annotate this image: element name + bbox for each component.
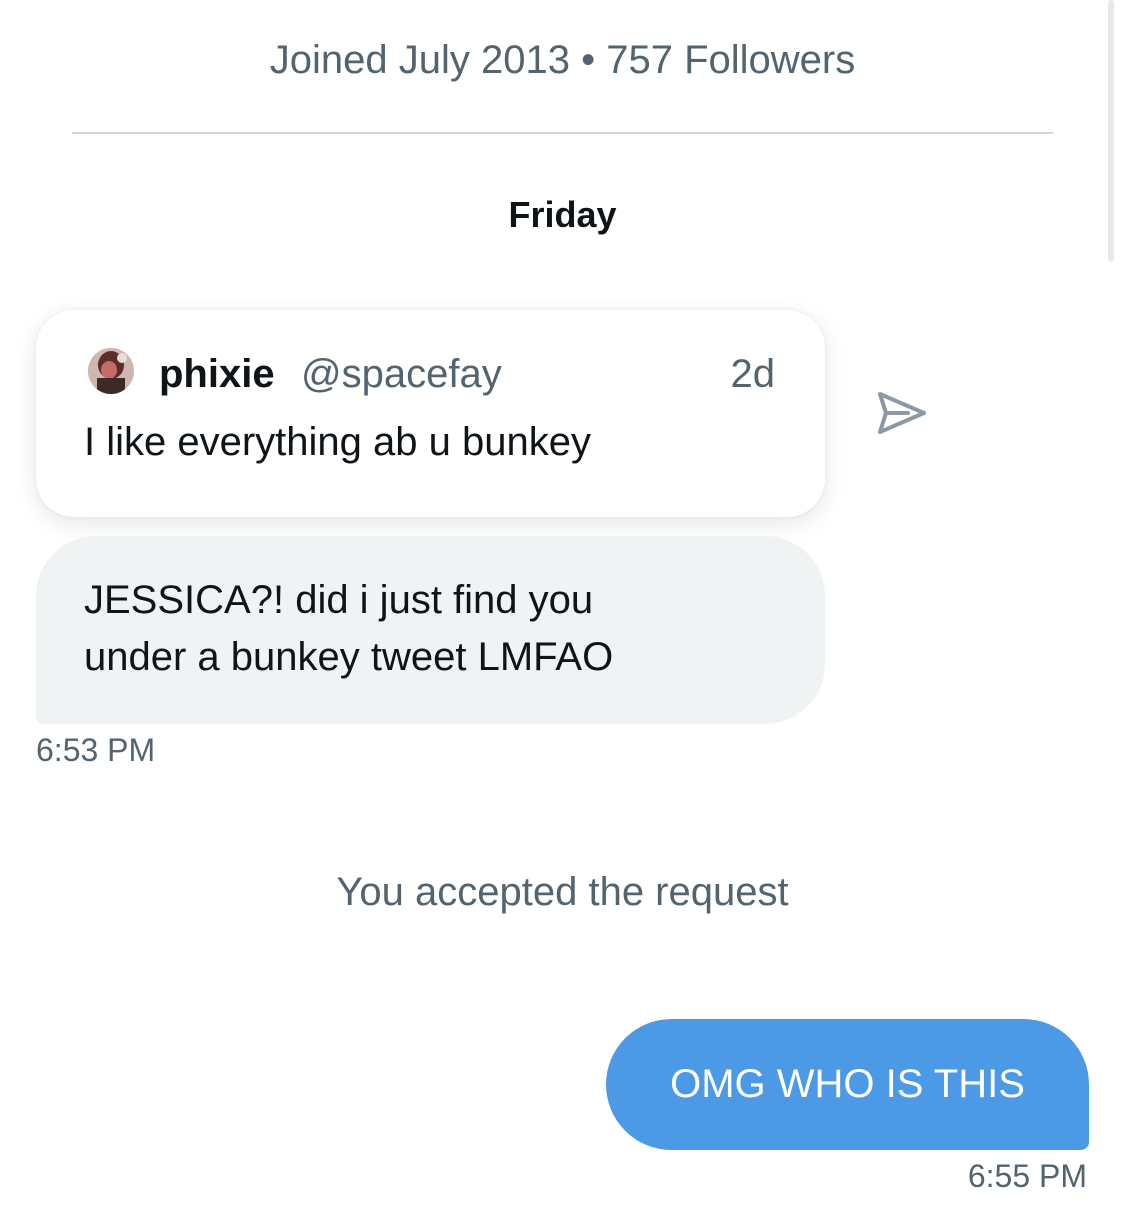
quoted-tweet-card[interactable]: phixie @spacefay 2d I like everything ab…: [36, 310, 825, 517]
sent-message-time: 6:55 PM: [967, 1158, 1087, 1194]
day-separator: Friday: [508, 194, 617, 235]
tweet-author-name[interactable]: phixie: [159, 350, 275, 398]
tweet-text: I like everything ab u bunkey: [84, 420, 591, 464]
sent-message-bubble[interactable]: OMG WHO IS THIS: [606, 1019, 1089, 1150]
tweet-author-handle[interactable]: @spacefay: [301, 350, 502, 398]
profile-meta: Joined July 2013 • 757 Followers: [269, 38, 856, 82]
send-icon[interactable]: [874, 388, 928, 438]
request-accepted-note: You accepted the request: [336, 870, 789, 914]
received-message-line: under a bunkey tweet LMFAO: [84, 635, 614, 679]
received-message-line: JESSICA?! did i just find you: [84, 578, 594, 622]
tweet-timestamp: 2d: [730, 352, 776, 396]
received-message-bubble[interactable]: JESSICA?! did i just find you under a bu…: [36, 536, 825, 724]
received-message-time: 6:53 PM: [36, 732, 156, 768]
user-avatar-icon[interactable]: [88, 348, 134, 394]
divider: [72, 132, 1053, 134]
